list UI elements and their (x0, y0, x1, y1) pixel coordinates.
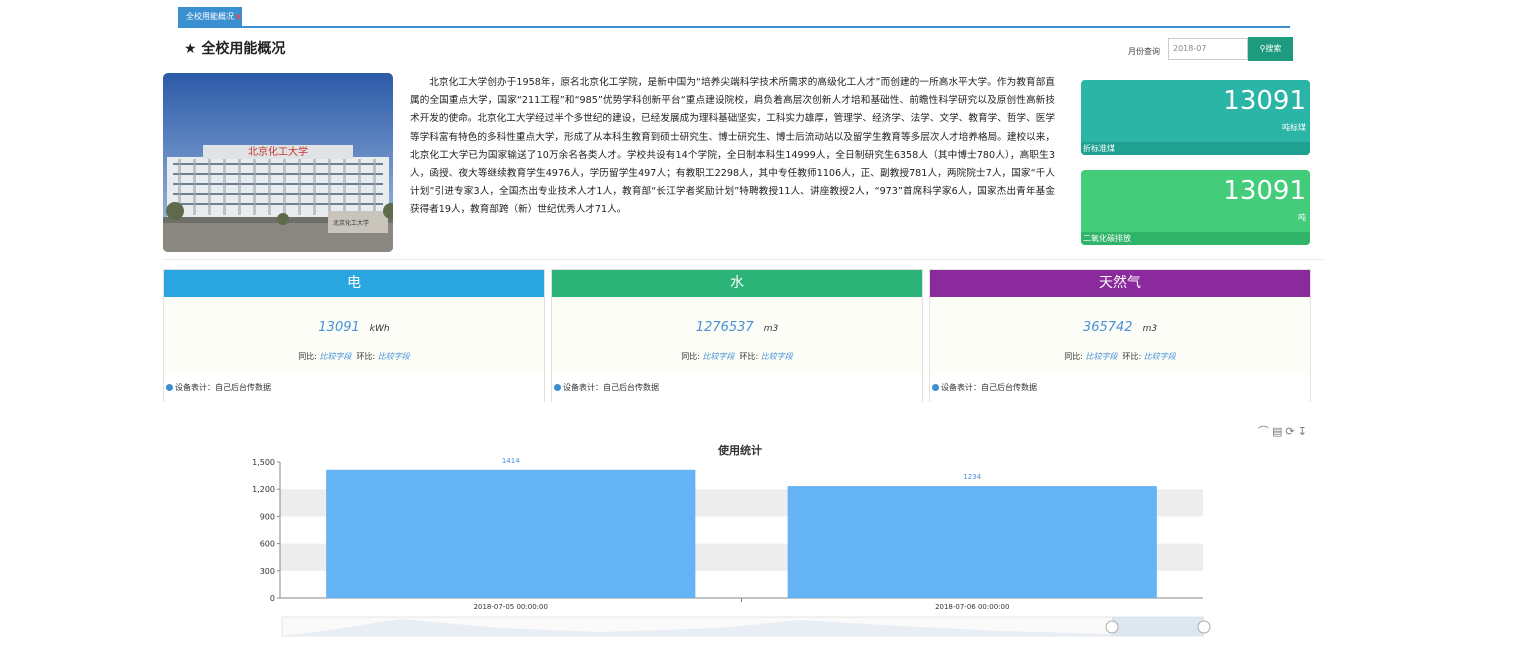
bar-value-label: 1414 (502, 457, 520, 465)
bar-value-label: 1234 (963, 473, 981, 481)
chart-bar (787, 486, 1157, 598)
usage-chart: 0 300 600 900 1,200 1,500 1414 2018-07-05 00:0… (252, 457, 1211, 637)
datazoom-handle-left (1105, 620, 1119, 634)
y-tick-label: 600 (260, 540, 275, 549)
datazoom-window (1112, 617, 1204, 636)
x-tick-label: 2018-07-05 00:00:00 (474, 603, 548, 611)
chart-bar (326, 469, 696, 598)
x-tick-label: 2018-07-06 00:00:00 (935, 603, 1009, 611)
y-tick-label: 300 (260, 567, 275, 576)
y-tick-label: 1,500 (252, 458, 275, 467)
y-tick-label: 0 (270, 594, 275, 603)
y-tick-label: 900 (260, 512, 275, 521)
datazoom-handle-right (1197, 620, 1211, 634)
y-tick-label: 1,200 (252, 485, 275, 494)
